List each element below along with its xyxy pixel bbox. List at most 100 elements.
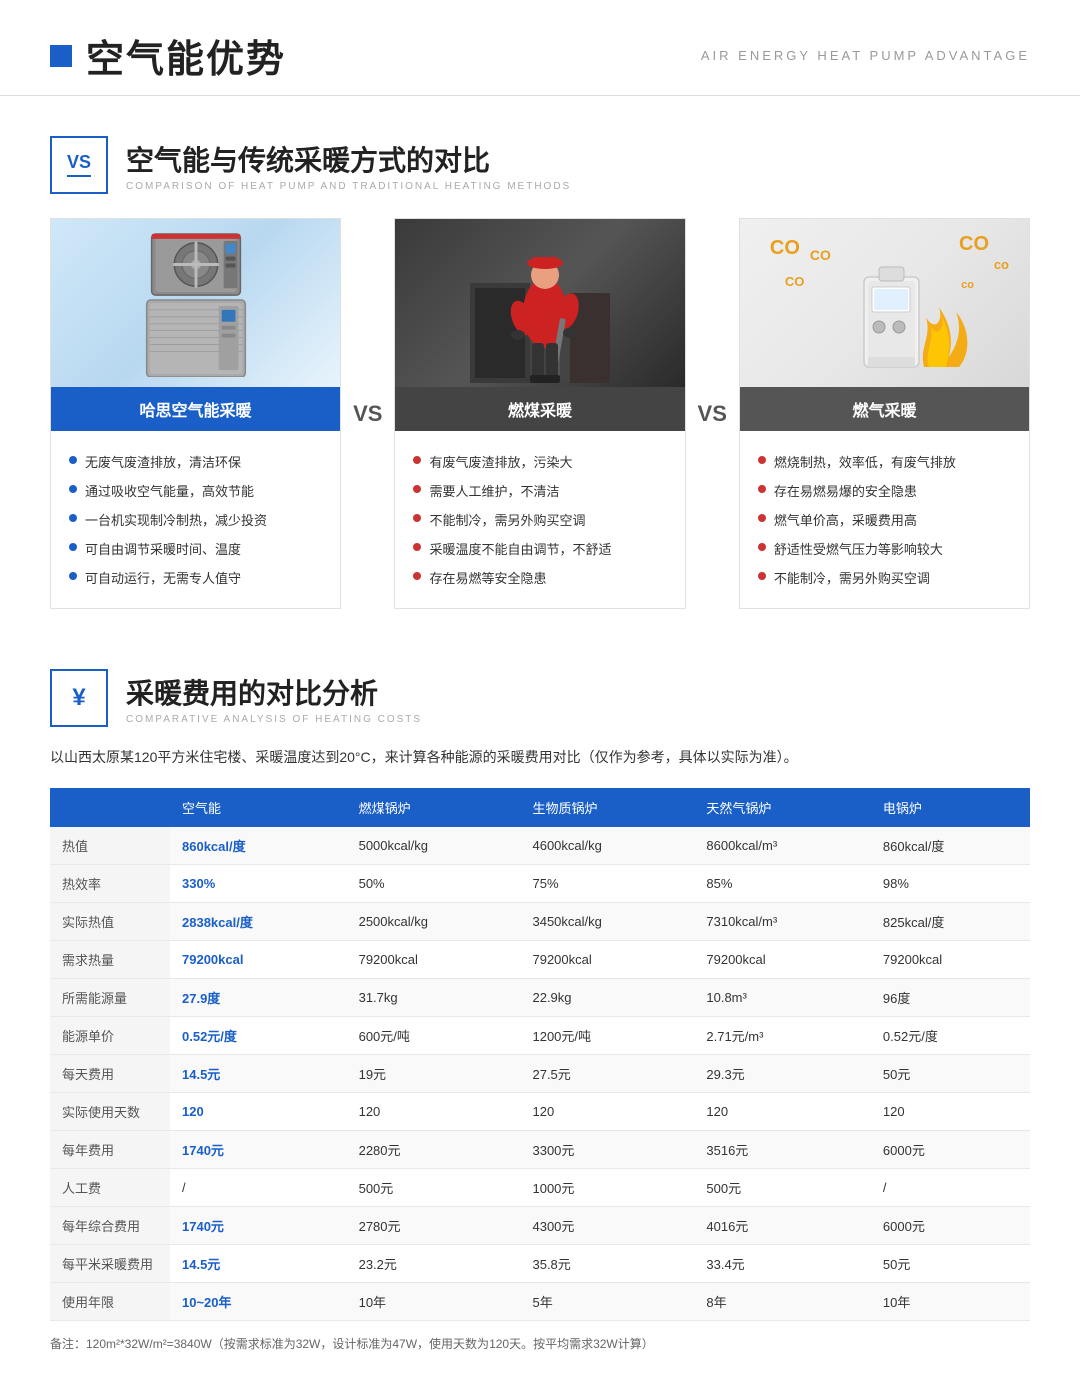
row-cell: 19元 [347, 1055, 521, 1093]
row-cell: 3516元 [694, 1131, 871, 1169]
section1-title-block: 空气能与传统采暖方式的对比 COMPARISON OF HEAT PUMP AN… [126, 139, 571, 192]
table-row: 热值860kcal/度5000kcal/kg4600kcal/kg8600kca… [50, 827, 1030, 865]
row-cell: 860kcal/度 [170, 827, 347, 865]
comparison-section: VS 空气能与传统采暖方式的对比 COMPARISON OF HEAT PUMP… [0, 96, 1080, 639]
row-cell: 1200元/吨 [520, 1017, 694, 1055]
gas-point-4: 舒适性受燃气压力等影响较大 [758, 534, 1011, 563]
table-note: 备注：120m²*32W/m²=3840W（按需求标准为32W，设计标准为47W… [50, 1335, 1030, 1354]
row-label: 所需能源量 [50, 979, 170, 1017]
col-header-gas: 天然气锅炉 [694, 788, 871, 827]
row-cell: 10.8m³ [694, 979, 871, 1017]
row-cell: 29.3元 [694, 1055, 871, 1093]
coal-list: 有废气废渣排放，污染大 需要人工维护，不清洁 不能制冷，需另外购买空调 采暖温度… [413, 447, 666, 592]
yuan-icon-box: ¥ [50, 669, 108, 727]
bullet-4 [69, 543, 77, 551]
card-gas-image: CO CO CO co CO co [740, 219, 1029, 387]
col-header-coal: 燃煤锅炉 [347, 788, 521, 827]
coal-bullet-1 [413, 456, 421, 464]
vs-text: VS [67, 153, 91, 171]
table-row: 需求热量79200kcal79200kcal79200kcal79200kcal… [50, 941, 1030, 979]
header-subtitle: AIR ENERGY HEAT PUMP ADVANTAGE [701, 48, 1030, 63]
card-air-energy-image [51, 219, 340, 387]
row-cell: 5000kcal/kg [347, 827, 521, 865]
row-cell: 4016元 [694, 1207, 871, 1245]
col-header-biomass: 生物质锅炉 [520, 788, 694, 827]
coal-point-4: 采暖温度不能自由调节，不舒适 [413, 534, 666, 563]
row-cell: 79200kcal [347, 941, 521, 979]
coal-bullet-5 [413, 572, 421, 580]
row-cell: 33.4元 [694, 1245, 871, 1283]
row-cell: 8600kcal/m³ [694, 827, 871, 865]
coal-bullet-2 [413, 485, 421, 493]
row-label: 使用年限 [50, 1283, 170, 1321]
section1-header: VS 空气能与传统采暖方式的对比 COMPARISON OF HEAT PUMP… [50, 136, 1030, 194]
gas-point-1: 燃烧制热，效率低，有废气排放 [758, 447, 1011, 476]
air-energy-point-4: 可自由调节采暖时间、温度 [69, 534, 322, 563]
intro-text: 以山西太原某120平方米住宅楼、采暖温度达到20°C，来计算各种能源的采暖费用对… [50, 745, 1030, 770]
row-cell: 3300元 [520, 1131, 694, 1169]
table-row: 能源单价0.52元/度600元/吨1200元/吨2.71元/m³0.52元/度 [50, 1017, 1030, 1055]
section1-title: 空气能与传统采暖方式的对比 [126, 139, 571, 179]
coal-point-5: 存在易燃等安全隐患 [413, 563, 666, 592]
coal-bullet-4 [413, 543, 421, 551]
row-cell: 10年 [871, 1283, 1030, 1321]
bullet-1 [69, 456, 77, 464]
row-cell: 2500kcal/kg [347, 903, 521, 941]
gas-illustration: CO CO CO co CO co [740, 219, 1029, 387]
table-row: 每天费用14.5元19元27.5元29.3元50元 [50, 1055, 1030, 1093]
table-row: 人工费/500元1000元500元/ [50, 1169, 1030, 1207]
row-cell: 7310kcal/m³ [694, 903, 871, 941]
yuan-icon: ¥ [72, 684, 85, 712]
row-label: 能源单价 [50, 1017, 170, 1055]
bullet-5 [69, 572, 77, 580]
card-gas-points: 燃烧制热，效率低，有废气排放 存在易燃易爆的安全隐患 燃气单价高，采暖费用高 舒… [740, 431, 1029, 608]
row-cell: 75% [520, 865, 694, 903]
gas-bullet-3 [758, 514, 766, 522]
row-cell: 2280元 [347, 1131, 521, 1169]
vs-icon-box: VS [50, 136, 108, 194]
card-gas: CO CO CO co CO co [739, 218, 1030, 609]
row-label: 人工费 [50, 1169, 170, 1207]
row-cell: 2.71元/m³ [694, 1017, 871, 1055]
row-cell: 1740元 [170, 1131, 347, 1169]
row-cell: 14.5元 [170, 1245, 347, 1283]
gas-bullet-2 [758, 485, 766, 493]
row-label: 实际热值 [50, 903, 170, 941]
bullet-3 [69, 514, 77, 522]
row-label: 每平米采暖费用 [50, 1245, 170, 1283]
table-row: 实际使用天数120120120120120 [50, 1093, 1030, 1131]
header-square-icon [50, 45, 72, 67]
heat-pump-svg [131, 229, 261, 377]
card-gas-label: 燃气采暖 [740, 387, 1029, 431]
row-cell: 860kcal/度 [871, 827, 1030, 865]
row-cell: / [170, 1169, 347, 1207]
gas-bullet-1 [758, 456, 766, 464]
row-cell: 8年 [694, 1283, 871, 1321]
table-row: 热效率330%50%75%85%98% [50, 865, 1030, 903]
gas-point-2: 存在易燃易爆的安全隐患 [758, 476, 1011, 505]
gas-point-5: 不能制冷，需另外购买空调 [758, 563, 1011, 592]
row-cell: 500元 [694, 1169, 871, 1207]
coal-point-2: 需要人工维护，不清洁 [413, 476, 666, 505]
air-energy-point-3: 一台机实现制冷制热，减少投资 [69, 505, 322, 534]
row-label: 每天费用 [50, 1055, 170, 1093]
row-label: 每年费用 [50, 1131, 170, 1169]
row-cell: 120 [347, 1093, 521, 1131]
row-cell: 3450kcal/kg [520, 903, 694, 941]
section1-subtitle: COMPARISON OF HEAT PUMP AND TRADITIONAL … [126, 181, 571, 192]
card-coal-image [395, 219, 684, 387]
row-cell: 27.5元 [520, 1055, 694, 1093]
row-cell: 79200kcal [170, 941, 347, 979]
gas-bullet-5 [758, 572, 766, 580]
row-cell: 120 [871, 1093, 1030, 1131]
row-cell: 10年 [347, 1283, 521, 1321]
table-header-row: 空气能 燃煤锅炉 生物质锅炉 天然气锅炉 电锅炉 [50, 788, 1030, 827]
row-cell: 600元/吨 [347, 1017, 521, 1055]
row-cell: 96度 [871, 979, 1030, 1017]
row-cell: 85% [694, 865, 871, 903]
coal-point-3: 不能制冷，需另外购买空调 [413, 505, 666, 534]
row-cell: 98% [871, 865, 1030, 903]
col-header-label [50, 788, 170, 827]
row-cell: 120 [170, 1093, 347, 1131]
row-label: 每年综合费用 [50, 1207, 170, 1245]
